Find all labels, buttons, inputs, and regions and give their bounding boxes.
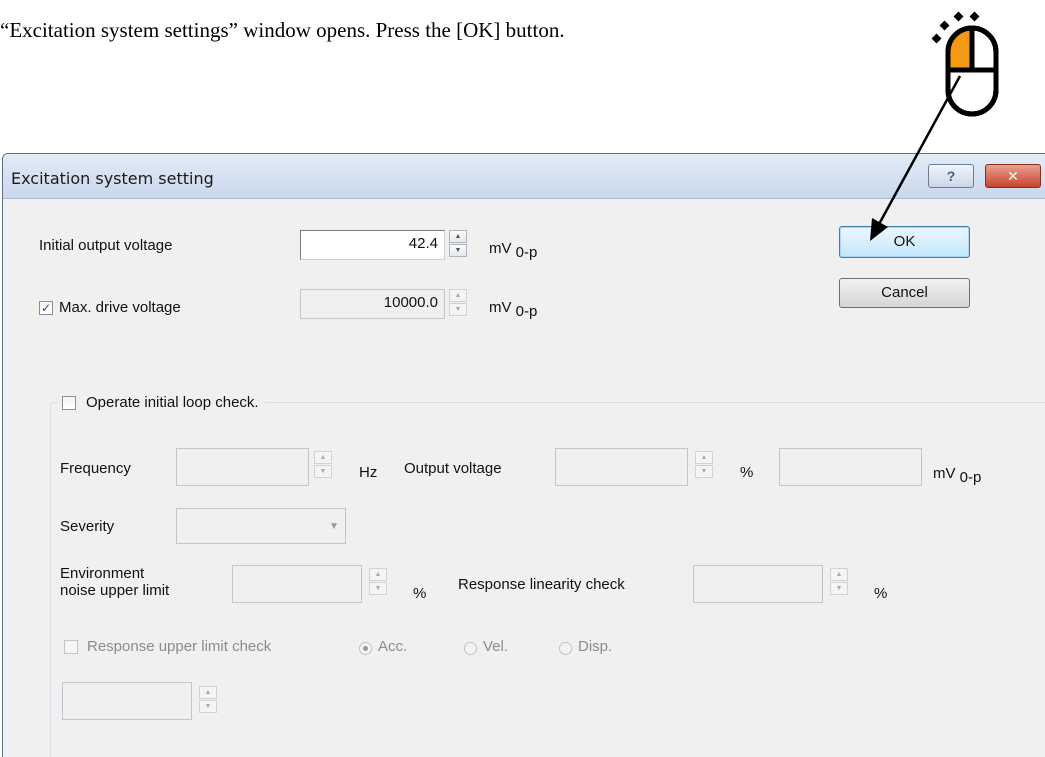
response-upper-limit-checkbox[interactable] bbox=[64, 640, 78, 654]
response-upper-limit-label: Response upper limit check bbox=[87, 638, 272, 655]
dialog-title: Excitation system setting bbox=[11, 169, 214, 188]
dialog-titlebar: Excitation system setting ? ✕ bbox=[3, 154, 1045, 199]
output-voltage-percent-unit: % bbox=[740, 464, 754, 481]
max-drive-voltage-spinner[interactable]: ▲ ▼ bbox=[449, 289, 467, 317]
max-drive-voltage-checkbox[interactable]: ✓ bbox=[39, 301, 53, 315]
spin-down-arrow-icon[interactable]: ▼ bbox=[830, 582, 848, 595]
spin-up-arrow-icon[interactable]: ▲ bbox=[449, 289, 467, 302]
max-drive-voltage-label: Max. drive voltage bbox=[59, 299, 181, 316]
response-upper-limit-spinner[interactable]: ▲ ▼ bbox=[199, 686, 217, 714]
spin-down-arrow-icon[interactable]: ▼ bbox=[199, 700, 217, 713]
output-voltage-spinner[interactable]: ▲ ▼ bbox=[695, 451, 713, 479]
output-voltage-mv-input[interactable] bbox=[779, 448, 922, 486]
radio-acc-label: Acc. bbox=[378, 638, 408, 655]
initial-loop-check-header: Operate initial loop check. bbox=[58, 393, 265, 413]
spin-down-arrow-icon[interactable]: ▼ bbox=[449, 244, 467, 257]
frequency-spinner[interactable]: ▲ ▼ bbox=[314, 451, 332, 479]
spin-up-arrow-icon[interactable]: ▲ bbox=[314, 451, 332, 464]
cancel-button[interactable]: Cancel bbox=[839, 278, 970, 308]
instruction-text: “Excitation system settings” window open… bbox=[0, 18, 565, 42]
initial-output-voltage-spinner[interactable]: ▲ ▼ bbox=[449, 230, 467, 258]
frequency-unit: Hz bbox=[359, 464, 378, 481]
output-voltage-label: Output voltage bbox=[404, 460, 502, 477]
environment-noise-input[interactable] bbox=[232, 565, 362, 603]
chevron-down-icon: ▼ bbox=[329, 521, 339, 532]
output-voltage-mv-unit: mV 0-p bbox=[933, 465, 982, 486]
response-linearity-label: Response linearity check bbox=[458, 576, 625, 593]
max-drive-voltage-input[interactable]: 10000.0 bbox=[300, 289, 445, 319]
radio-vel-label: Vel. bbox=[483, 638, 509, 655]
response-linearity-unit: % bbox=[874, 585, 888, 602]
spin-up-arrow-icon[interactable]: ▲ bbox=[695, 451, 713, 464]
operate-initial-loop-check-checkbox[interactable] bbox=[62, 396, 76, 410]
environment-noise-unit: % bbox=[413, 585, 427, 602]
severity-label: Severity bbox=[60, 518, 115, 535]
initial-output-voltage-unit: mV 0-p bbox=[489, 240, 538, 261]
response-upper-limit-input[interactable] bbox=[62, 682, 192, 720]
radio-vel[interactable] bbox=[464, 642, 477, 655]
initial-output-voltage-label: Initial output voltage bbox=[39, 237, 173, 254]
output-voltage-percent-input[interactable] bbox=[555, 448, 688, 486]
close-button[interactable]: ✕ bbox=[985, 164, 1041, 188]
frequency-label: Frequency bbox=[60, 460, 131, 477]
response-linearity-input[interactable] bbox=[693, 565, 823, 603]
spin-up-arrow-icon[interactable]: ▲ bbox=[830, 568, 848, 581]
spin-up-arrow-icon[interactable]: ▲ bbox=[199, 686, 217, 699]
spin-up-arrow-icon[interactable]: ▲ bbox=[449, 230, 467, 243]
excitation-system-dialog: Excitation system setting ? ✕ Initial ou… bbox=[2, 153, 1045, 757]
close-icon: ✕ bbox=[1007, 167, 1019, 184]
help-button[interactable]: ? bbox=[928, 164, 974, 188]
severity-dropdown[interactable]: ▼ bbox=[176, 508, 346, 544]
response-linearity-spinner[interactable]: ▲ ▼ bbox=[830, 568, 848, 596]
environment-noise-label: Environment noise upper limit bbox=[60, 565, 170, 599]
operate-initial-loop-check-label: Operate initial loop check. bbox=[86, 394, 259, 411]
radio-disp-label: Disp. bbox=[578, 638, 613, 655]
initial-output-voltage-input[interactable]: 42.4 bbox=[300, 230, 445, 260]
spin-down-arrow-icon[interactable]: ▼ bbox=[369, 582, 387, 595]
dialog-content: Initial output voltage 42.4 ▲ ▼ mV 0-p ✓… bbox=[3, 199, 1045, 757]
help-icon: ? bbox=[946, 168, 956, 184]
spin-up-arrow-icon[interactable]: ▲ bbox=[369, 568, 387, 581]
environment-noise-spinner[interactable]: ▲ ▼ bbox=[369, 568, 387, 596]
frequency-input[interactable] bbox=[176, 448, 309, 486]
mouse-left-click-icon bbox=[931, 11, 999, 117]
spin-down-arrow-icon[interactable]: ▼ bbox=[449, 303, 467, 316]
max-drive-voltage-unit: mV 0-p bbox=[489, 299, 538, 320]
spin-down-arrow-icon[interactable]: ▼ bbox=[314, 465, 332, 478]
spin-down-arrow-icon[interactable]: ▼ bbox=[695, 465, 713, 478]
radio-acc[interactable] bbox=[359, 642, 372, 655]
ok-button[interactable]: OK bbox=[839, 226, 970, 258]
radio-disp[interactable] bbox=[559, 642, 572, 655]
